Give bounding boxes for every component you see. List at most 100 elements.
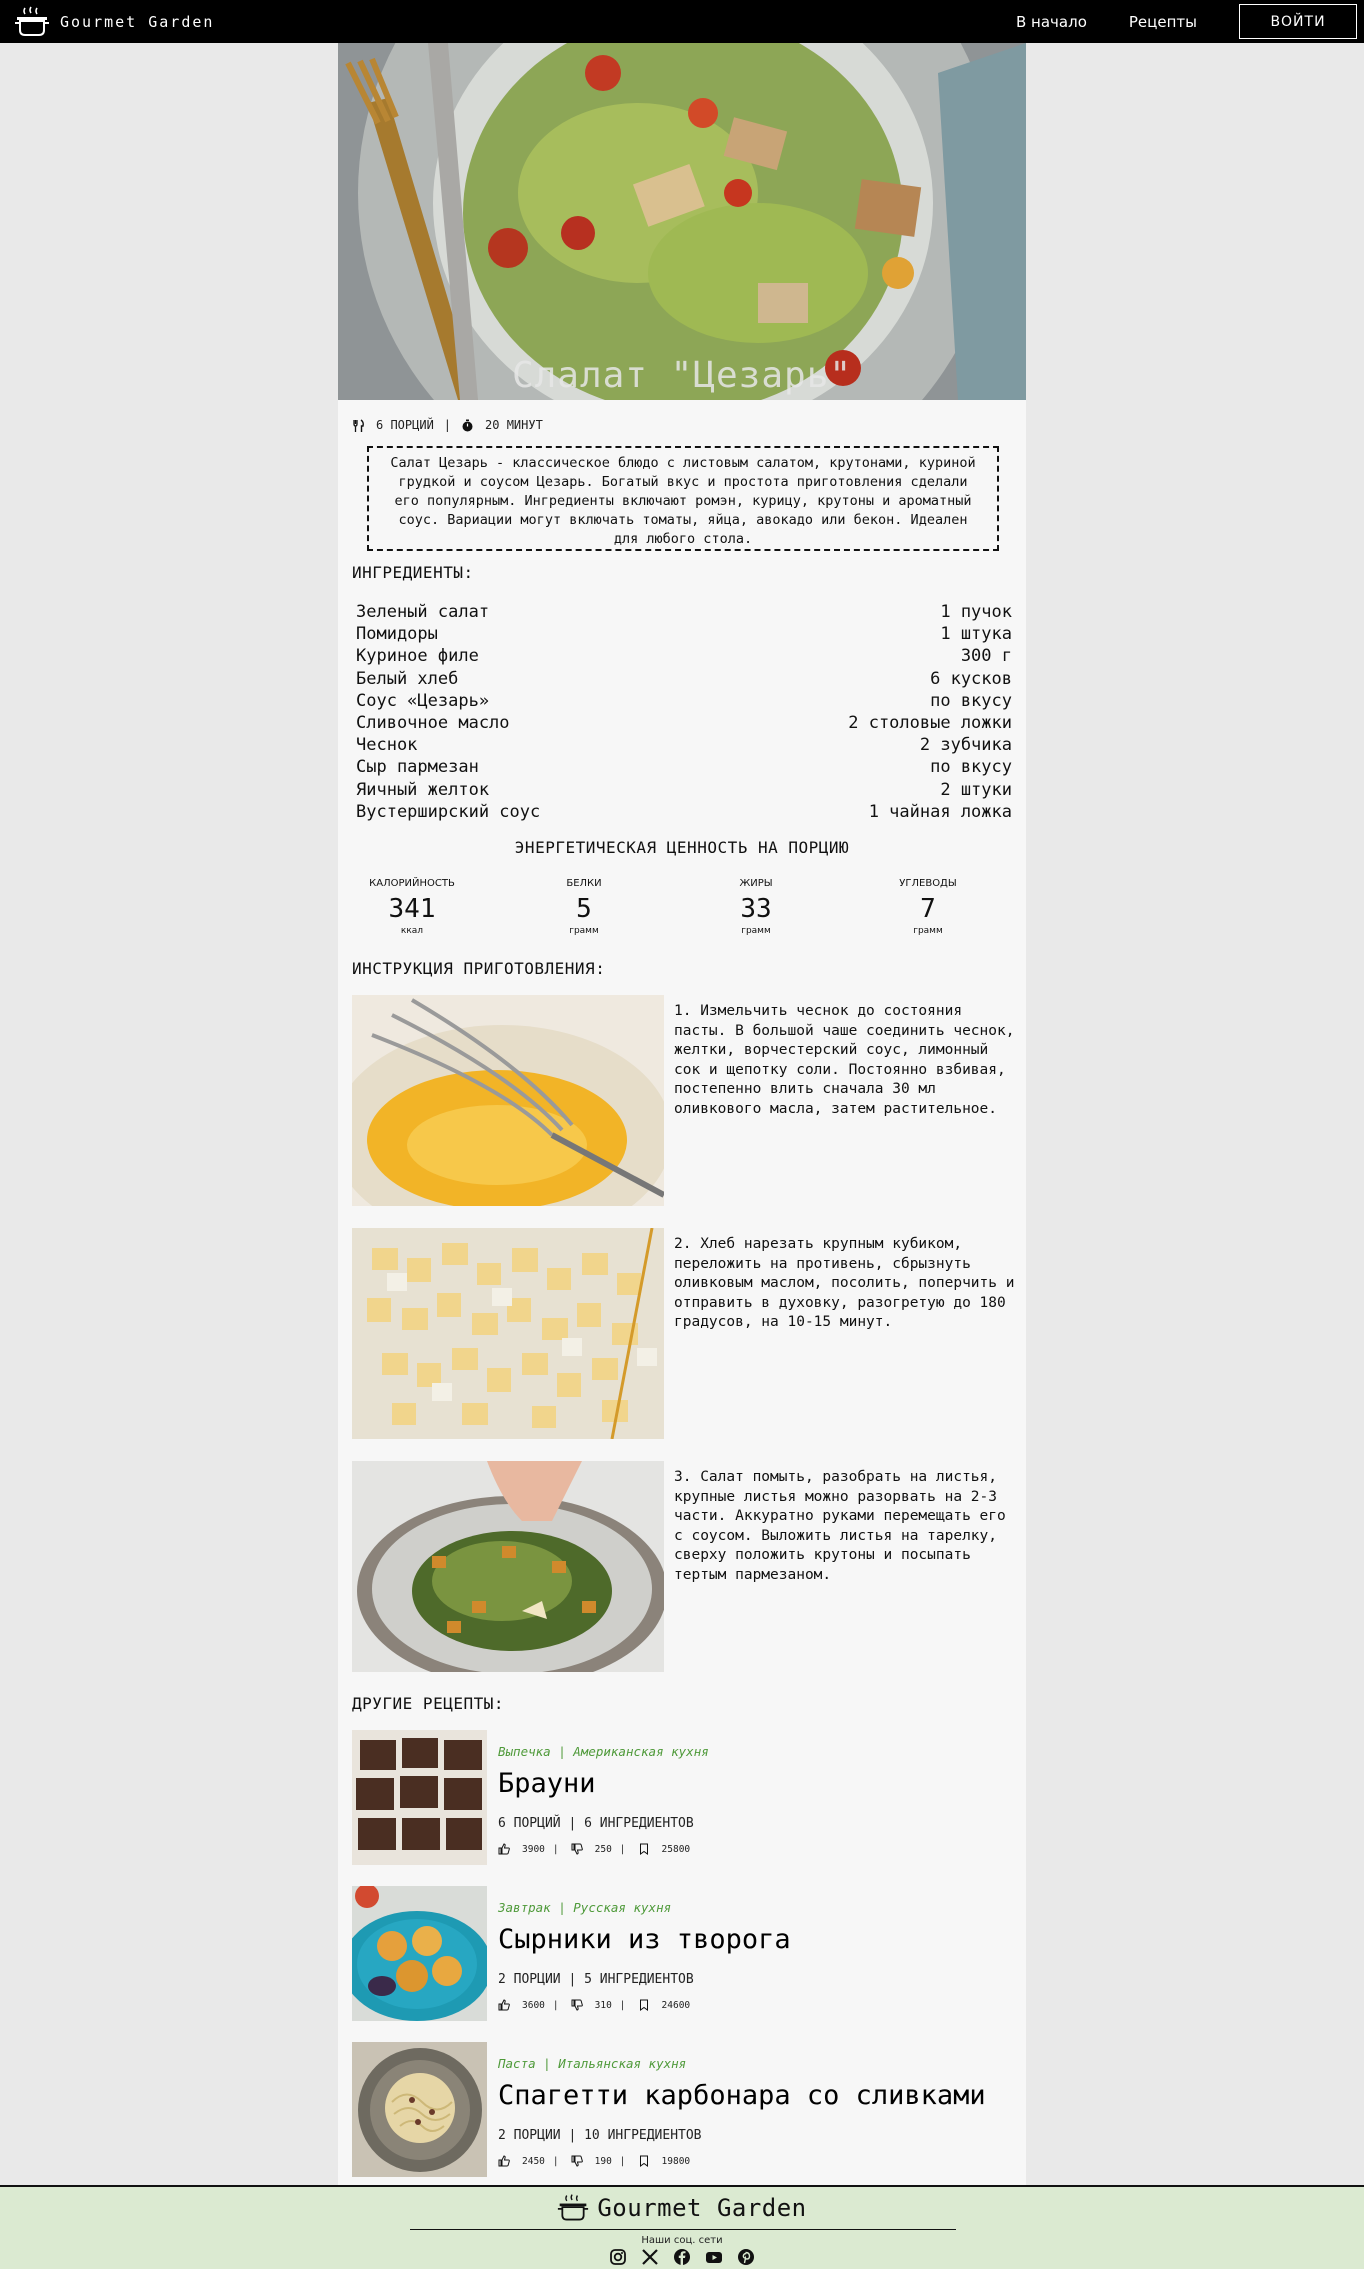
ingredient-amount: 1 штука [940, 624, 1012, 645]
login-button[interactable]: ВОЙТИ [1239, 4, 1357, 39]
recipe-card-servings: 2 ПОРЦИИ [498, 2128, 561, 2143]
nutrition-carbs: УГЛЕВОДЫ 7 грамм [868, 878, 988, 936]
brownies-image [352, 1730, 487, 1865]
ingredient-name: Чеснок [356, 735, 418, 756]
recipe-card-thumbnail[interactable] [352, 1730, 487, 1865]
step-3-photo [352, 1461, 664, 1672]
nutrition-protein: БЕЛКИ 5 грамм [524, 878, 644, 936]
ingredient-name: Белый хлеб [356, 668, 459, 689]
recipe-card-category[interactable]: Завтрак [498, 1900, 551, 1915]
footer-divider [410, 2229, 956, 2230]
servings-text: 6 ПОРЦИЙ [376, 418, 434, 432]
recipe-card[interactable]: Выпечка | Американская кухня Брауни 6 ПО… [352, 1730, 1022, 1866]
recipe-card-category[interactable]: Выпечка [498, 1744, 551, 1759]
whisking-eggs-image [352, 995, 664, 1206]
facebook-icon[interactable] [673, 2248, 691, 2266]
ingredient-amount: 1 пучок [940, 602, 1012, 622]
nutrition-unit: грамм [741, 926, 771, 936]
ingredient-amount: 2 столовые ложки [848, 712, 1012, 733]
dislikes-count: 250 [594, 1843, 612, 1855]
nutrition-label: БЕЛКИ [566, 878, 602, 889]
thumbs-up-icon[interactable] [498, 1843, 510, 1855]
recipe-card-title[interactable]: Брауни [498, 1768, 596, 1799]
ingredients-list: Зеленый салат 1 пучок Помидоры 1 штука Кур… [356, 601, 1012, 823]
recipe-card-tags: Паста | Итальянская кухня [498, 2056, 686, 2071]
tag-separator: | [558, 1900, 566, 1915]
recipe-card-servings: 2 ПОРЦИИ [498, 1972, 561, 1987]
nutrition-label: УГЛЕВОДЫ [899, 878, 957, 889]
step-3-text: 3. Салат помыть, разобрать на листья, кр… [674, 1469, 1006, 1583]
recipe-card-cuisine[interactable]: Американская кухня [573, 1744, 708, 1759]
tag-separator: | [558, 1744, 566, 1759]
ingredient-amount: 2 зубчика [919, 735, 1012, 756]
instructions-heading: ИНСТРУКЦИЯ ПРИГОТОВЛЕНИЯ: [352, 959, 606, 978]
stats-separator: | [619, 1999, 626, 2011]
ingredient-amount: по вкусу [930, 690, 1012, 711]
nav-recipes-link[interactable]: Рецепты [1129, 13, 1197, 31]
ingredient-amount: 2 штуки [940, 779, 1012, 800]
recipe-card-title[interactable]: Сырники из творога [498, 1924, 791, 1955]
ingredient-row: Помидоры 1 штука [356, 623, 1012, 645]
ingredient-name: Сыр пармезан [356, 757, 479, 778]
recipe-page: Слалат "Цезарь" 6 ПОРЦИЙ | 20 МИНУТ Сала… [338, 43, 1026, 2185]
recipe-card-info: 2 ПОРЦИИ | 5 ИНГРЕДИЕНТОВ [498, 1972, 694, 1987]
ingredient-amount: 6 кусков [930, 668, 1012, 689]
youtube-icon[interactable] [705, 2248, 723, 2266]
recipe-card-stats: 3900 | 250 | 25800 [498, 1843, 698, 1855]
bread-cubes-image [352, 1228, 664, 1439]
timer-icon [462, 419, 473, 431]
pinterest-icon[interactable] [737, 2248, 755, 2266]
recipe-card-title[interactable]: Спагетти карбонара со сливками [498, 2080, 986, 2111]
info-separator: | [568, 1972, 577, 1987]
recipe-card-servings: 6 ПОРЦИЙ [498, 1816, 561, 1831]
instagram-icon[interactable] [609, 2248, 627, 2266]
top-navbar: Gourmet Garden В начало Рецепты ВОЙТИ [0, 0, 1364, 43]
thumbs-up-icon[interactable] [498, 1999, 510, 2011]
x-icon[interactable] [641, 2248, 659, 2266]
brand-logo-link[interactable]: Gourmet Garden [14, 6, 214, 37]
recipe-description: Салат Цезарь - классическое блюдо с лист… [367, 446, 999, 551]
main-nav: В начало Рецепты ВОЙТИ [1016, 0, 1364, 43]
carbonara-image [352, 2042, 487, 2177]
nav-home-link[interactable]: В начало [1016, 13, 1087, 31]
footer-brand[interactable]: Gourmet Garden [0, 2193, 1364, 2223]
thumbs-down-icon[interactable] [571, 1843, 583, 1855]
ingredient-name: Зеленый салат [356, 602, 490, 622]
recipe-card[interactable]: Завтрак | Русская кухня Сырники из творо… [352, 1886, 1022, 2022]
nutrition-title: ЭНЕРГЕТИЧЕСКАЯ ЦЕННОСТЬ НА ПОРЦИЮ [514, 838, 850, 857]
ingredient-row: Вустерширский соус 1 чайная ложка [356, 801, 1012, 823]
thumbs-down-icon[interactable] [571, 1999, 583, 2011]
recipe-card-thumbnail[interactable] [352, 1886, 487, 2021]
recipe-card-ingredients: 5 ИНГРЕДИЕНТОВ [584, 1972, 694, 1987]
meta-separator: | [443, 418, 452, 432]
nutrition-unit: грамм [569, 926, 599, 936]
recipe-card-category[interactable]: Паста [498, 2056, 536, 2071]
step-2-photo [352, 1228, 664, 1439]
info-separator: | [568, 1816, 577, 1831]
cutlery-icon [353, 418, 364, 432]
nutrition-fat: ЖИРЫ 33 грамм [696, 878, 816, 936]
footer-brand-name: Gourmet Garden [597, 2194, 807, 2222]
recipe-card-info: 6 ПОРЦИЙ | 6 ИНГРЕДИЕНТОВ [498, 1816, 694, 1831]
recipe-card-cuisine[interactable]: Русская кухня [573, 1900, 671, 1915]
stats-separator: | [552, 1999, 559, 2011]
recipe-card-ingredients: 10 ИНГРЕДИЕНТОВ [584, 2128, 702, 2143]
thumbs-up-icon[interactable] [498, 2155, 510, 2167]
bookmark-icon[interactable] [638, 2155, 650, 2167]
recipe-card-thumbnail[interactable] [352, 2042, 487, 2177]
info-separator: | [568, 2128, 577, 2143]
thumbs-down-icon[interactable] [571, 2155, 583, 2167]
saves-count: 19800 [661, 2155, 691, 2167]
nutrition-value: 5 [576, 894, 592, 924]
bookmark-icon[interactable] [638, 1999, 650, 2011]
recipe-card-cuisine[interactable]: Итальянская кухня [558, 2056, 686, 2071]
nutrition-unit: грамм [913, 926, 943, 936]
likes-count: 3900 [522, 1843, 545, 1855]
bookmark-icon[interactable] [638, 1843, 650, 1855]
ingredient-name: Помидоры [356, 624, 438, 645]
recipe-card-tags: Выпечка | Американская кухня [498, 1744, 709, 1759]
stats-separator: | [552, 2155, 559, 2167]
recipe-card[interactable]: Паста | Итальянская кухня Спагетти карбо… [352, 2042, 1022, 2178]
ingredient-row: Сливочное масло 2 столовые ложки [356, 712, 1012, 734]
ingredient-amount: по вкусу [930, 757, 1012, 778]
